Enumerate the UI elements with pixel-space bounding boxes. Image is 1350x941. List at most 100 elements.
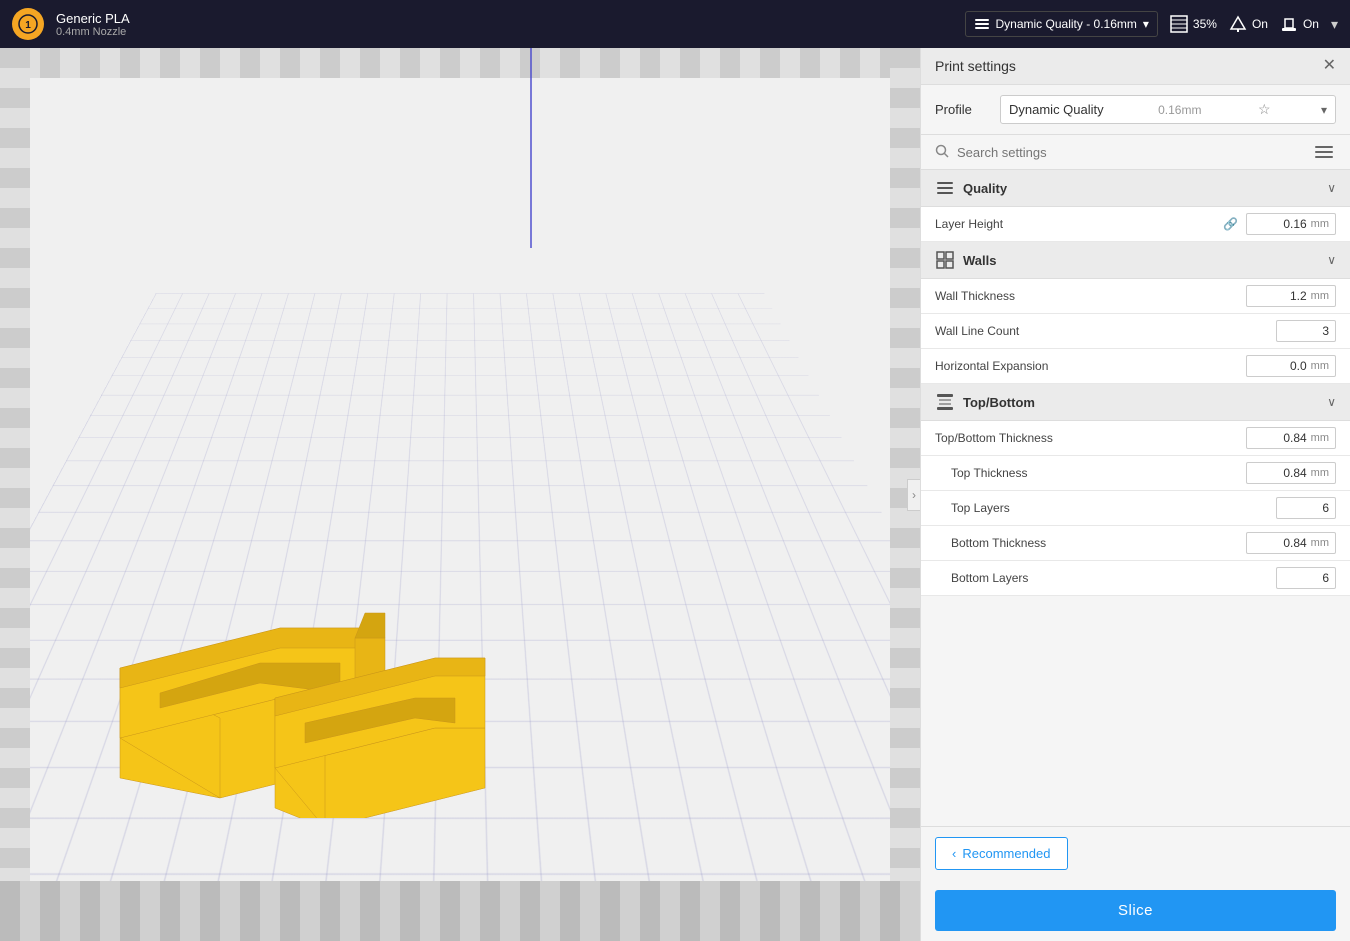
layer-height-link-icon[interactable]: 🔗 [1223, 217, 1238, 231]
svg-text:1: 1 [25, 20, 31, 31]
topbottom-chevron-icon: ∨ [1327, 395, 1336, 409]
bottom-thickness-unit: mm [1311, 537, 1329, 549]
machine-info: Generic PLA 0.4mm Nozzle [56, 11, 130, 38]
support-item[interactable]: On [1229, 15, 1268, 33]
profile-name: Dynamic Quality [1009, 102, 1104, 117]
wall-thickness-label: Wall Thickness [935, 289, 1238, 303]
profile-dropdown[interactable]: Dynamic Quality - 0.16mm ▾ [965, 11, 1158, 37]
bottom-thickness-value[interactable]: 0.84 mm [1246, 532, 1336, 554]
search-bar [921, 135, 1350, 170]
walls-chevron-icon: ∨ [1327, 253, 1336, 267]
machine-nozzle: 0.4mm Nozzle [56, 26, 130, 38]
quality-title: Quality [963, 181, 1319, 196]
adhesion-item[interactable]: On [1280, 15, 1319, 33]
topbottom-thickness-val: 0.84 [1253, 431, 1307, 445]
search-input[interactable] [957, 145, 1304, 160]
border-top-deco [0, 48, 920, 78]
top-thickness-val: 0.84 [1253, 466, 1307, 480]
recommended-label: Recommended [962, 846, 1050, 861]
topbottom-icon [935, 392, 955, 412]
walls-icon [935, 250, 955, 270]
section-quality[interactable]: Quality ∨ [921, 170, 1350, 207]
setting-top-layers: Top Layers 6 [921, 491, 1350, 526]
top-thickness-label: Top Thickness [935, 466, 1238, 480]
layer-height-val: 0.16 [1253, 217, 1307, 231]
profile-dropdown-label: Dynamic Quality - 0.16mm [996, 17, 1137, 31]
close-button[interactable]: ✕ [1323, 58, 1336, 74]
topbottom-title: Top/Bottom [963, 395, 1319, 410]
setting-horizontal-expansion: Horizontal Expansion 0.0 mm [921, 349, 1350, 384]
panel-title: Print settings [935, 58, 1016, 74]
profile-favorite-icon[interactable]: ☆ [1258, 101, 1271, 118]
settings-menu-icon[interactable] [1312, 143, 1336, 161]
quality-icon [935, 178, 955, 198]
profile-suffix: 0.16mm [1158, 103, 1201, 117]
wall-thickness-val: 1.2 [1253, 289, 1307, 303]
wall-line-count-val: 3 [1283, 324, 1329, 338]
support-icon [1229, 15, 1247, 33]
top-layers-value[interactable]: 6 [1276, 497, 1336, 519]
wall-line-count-value[interactable]: 3 [1276, 320, 1336, 342]
wall-thickness-value[interactable]: 1.2 mm [1246, 285, 1336, 307]
layer-height-unit: mm [1311, 218, 1329, 230]
bottom-layers-val: 6 [1283, 571, 1329, 585]
right-panel: Print settings ✕ Profile Dynamic Quality… [920, 48, 1350, 941]
setting-topbottom-thickness: Top/Bottom Thickness 0.84 mm [921, 421, 1350, 456]
setting-layer-height: Layer Height 🔗 0.16 mm [921, 207, 1350, 242]
bottom-thickness-val: 0.84 [1253, 536, 1307, 550]
topbottom-thickness-value[interactable]: 0.84 mm [1246, 427, 1336, 449]
recommended-button[interactable]: ‹ Recommended [935, 837, 1068, 870]
topbottom-thickness-unit: mm [1311, 432, 1329, 444]
setting-top-thickness: Top Thickness 0.84 mm [921, 456, 1350, 491]
walls-title: Walls [963, 253, 1319, 268]
slice-button[interactable]: Slice [935, 890, 1336, 931]
wall-thickness-unit: mm [1311, 290, 1329, 302]
main-area: › Print settings ✕ Profile Dynamic Quali… [0, 48, 1350, 941]
wall-line-count-label: Wall Line Count [935, 324, 1268, 338]
3d-object [100, 518, 520, 821]
panel-header: Print settings ✕ [921, 48, 1350, 85]
border-bottom-deco [0, 881, 920, 941]
horizontal-expansion-label: Horizontal Expansion [935, 359, 1238, 373]
setting-wall-line-count: Wall Line Count 3 [921, 314, 1350, 349]
top-thickness-unit: mm [1311, 467, 1329, 479]
settings-list: Quality ∨ Layer Height 🔗 0.16 mm [921, 170, 1350, 826]
recommended-back-icon: ‹ [952, 846, 956, 861]
topbottom-thickness-label: Top/Bottom Thickness [935, 431, 1238, 445]
support-value: On [1252, 17, 1268, 31]
panel-bottom: ‹ Recommended [921, 826, 1350, 880]
expand-viewport-arrow[interactable]: › [907, 479, 920, 511]
bottom-layers-label: Bottom Layers [935, 571, 1268, 585]
profile-select[interactable]: Dynamic Quality 0.16mm ☆ ▾ [1000, 95, 1336, 124]
infill-icon [1170, 15, 1188, 33]
horizontal-expansion-unit: mm [1311, 360, 1329, 372]
viewport[interactable]: › [0, 48, 920, 941]
setting-bottom-thickness: Bottom Thickness 0.84 mm [921, 526, 1350, 561]
slice-area: Slice [921, 880, 1350, 941]
adhesion-value: On [1303, 17, 1319, 31]
infill-item[interactable]: 35% [1170, 15, 1217, 33]
topbar-chevron[interactable]: ▾ [1331, 16, 1338, 33]
topbar-chevron-icon: ▾ [1331, 16, 1338, 33]
bottom-thickness-label: Bottom Thickness [935, 536, 1238, 550]
adhesion-icon [1280, 15, 1298, 33]
top-layers-val: 6 [1283, 501, 1329, 515]
horizontal-expansion-val: 0.0 [1253, 359, 1307, 373]
horizontal-expansion-value[interactable]: 0.0 mm [1246, 355, 1336, 377]
bottom-layers-value[interactable]: 6 [1276, 567, 1336, 589]
profile-chevron-icon: ▾ [1321, 103, 1327, 117]
topbar: 1 Generic PLA 0.4mm Nozzle Dynamic Quali… [0, 0, 1350, 48]
setting-bottom-layers: Bottom Layers 6 [921, 561, 1350, 596]
profile-label: Profile [935, 102, 990, 117]
profile-dropdown-icon [974, 16, 990, 32]
top-thickness-value[interactable]: 0.84 mm [1246, 462, 1336, 484]
section-walls[interactable]: Walls ∨ [921, 242, 1350, 279]
layer-height-value[interactable]: 0.16 mm [1246, 213, 1336, 235]
section-topbottom[interactable]: Top/Bottom ∨ [921, 384, 1350, 421]
profile-dropdown-arrow: ▾ [1143, 17, 1149, 31]
infill-value: 35% [1193, 17, 1217, 31]
profile-row: Profile Dynamic Quality 0.16mm ☆ ▾ [921, 85, 1350, 135]
machine-name: Generic PLA [56, 11, 130, 26]
vertical-guide-line [530, 48, 532, 248]
top-layers-label: Top Layers [935, 501, 1268, 515]
